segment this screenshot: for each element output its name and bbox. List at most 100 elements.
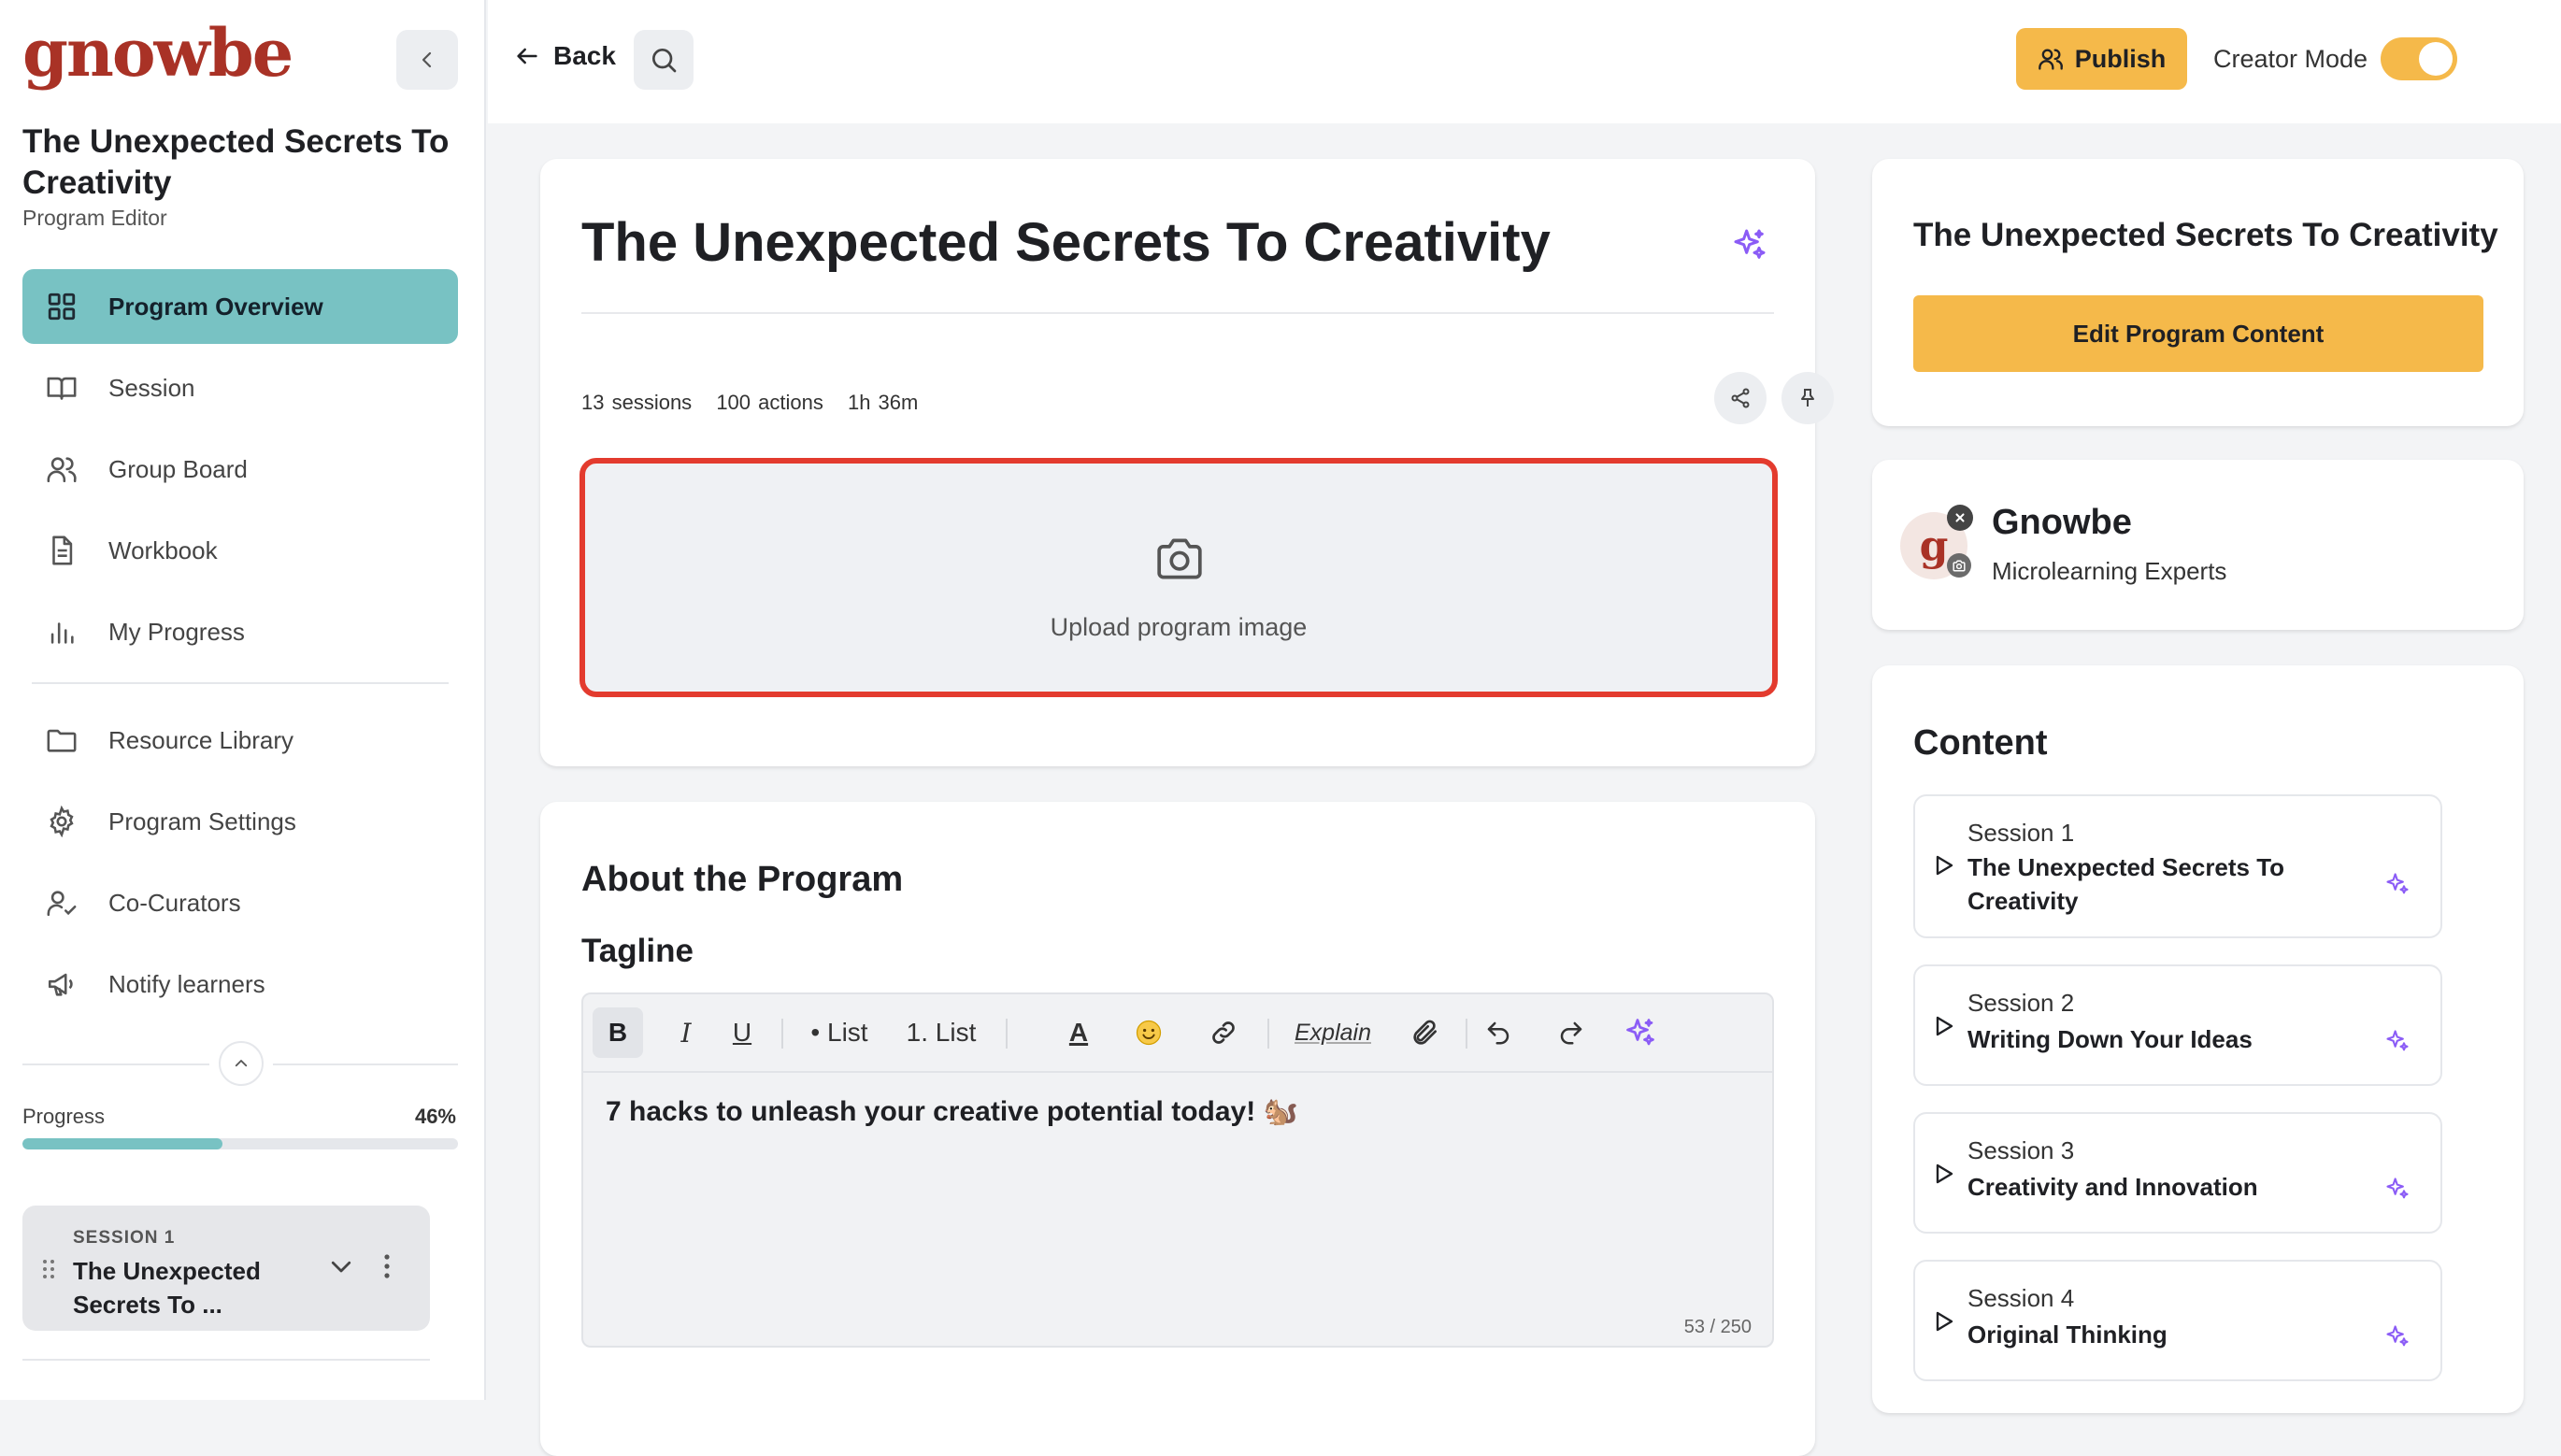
redo-button[interactable] — [1548, 1007, 1595, 1058]
ai-sparkle-icon[interactable] — [2384, 1323, 2411, 1349]
sidebar-item-notify-learners[interactable]: Notify learners — [22, 947, 458, 1021]
session-number: Session 4 — [1967, 1284, 2075, 1312]
divider-line — [22, 1063, 209, 1065]
tagline-text[interactable]: 7 hacks to unleash your creative potenti… — [606, 1095, 1298, 1128]
creator-mode-toggle[interactable] — [2381, 37, 2457, 80]
program-meta: 13 sessions 100 actions 1h 36m — [581, 391, 935, 415]
search-button[interactable] — [634, 30, 694, 90]
content-session-item[interactable]: Session 4 Original Thinking — [1913, 1260, 2442, 1381]
editor-toolbar: B I U • List 1. List A Explain — [583, 994, 1772, 1073]
ai-assist-button[interactable] — [1617, 1007, 1664, 1058]
underline-button[interactable]: U — [723, 1007, 761, 1058]
pin-icon — [1801, 389, 1814, 407]
edit-program-content-button[interactable]: Edit Program Content — [1913, 295, 2483, 372]
more-options-icon[interactable] — [381, 1252, 393, 1280]
ai-sparkle-icon[interactable] — [2384, 871, 2411, 897]
content-session-item[interactable]: Session 3 Creativity and Innovation — [1913, 1112, 2442, 1234]
program-summary-card: The Unexpected Secrets To Creativity Edi… — [1872, 159, 2524, 426]
sidebar-item-session[interactable]: Session — [22, 350, 458, 425]
chevron-left-icon — [422, 51, 432, 68]
sidebar-item-my-progress[interactable]: My Progress — [22, 594, 458, 669]
ai-sparkle-icon[interactable] — [1731, 226, 1768, 264]
text-color-button[interactable]: A — [1060, 1007, 1097, 1058]
content-session-item[interactable]: Session 1 The Unexpected Secrets To Crea… — [1913, 794, 2442, 938]
share-icon — [1731, 388, 1750, 408]
page-title: The Unexpected Secrets To Creativity — [581, 212, 1551, 273]
sidebar-item-label: Resource Library — [108, 725, 293, 754]
back-button[interactable]: Back — [514, 41, 616, 71]
sidebar: gnowbe The Unexpected Secrets To Creativ… — [0, 0, 486, 1400]
divider-line — [581, 312, 1774, 314]
divider-line — [273, 1063, 458, 1065]
chevron-down-icon[interactable] — [327, 1252, 355, 1280]
bar-chart-icon — [43, 613, 80, 650]
sidebar-item-program-settings[interactable]: Program Settings — [22, 784, 458, 859]
actions-count: 100 actions — [716, 391, 823, 414]
toolbar-separator — [1267, 1019, 1269, 1049]
sidebar-item-label: Session — [108, 373, 195, 402]
chevron-up-icon — [235, 1060, 248, 1067]
session-title: The Unexpected Secrets To Creativity — [1967, 853, 2285, 915]
drag-handle-icon[interactable] — [41, 1258, 56, 1280]
explain-button[interactable]: Explain — [1280, 1007, 1385, 1058]
upload-label: Upload program image — [1050, 613, 1308, 641]
undo-button[interactable] — [1475, 1007, 1522, 1058]
sidebar-item-label: My Progress — [108, 617, 245, 646]
numbered-list-button[interactable]: 1. List — [897, 1007, 985, 1058]
sidebar-item-program-overview[interactable]: Program Overview — [22, 269, 458, 344]
italic-button[interactable]: I — [667, 1007, 705, 1058]
attach-button[interactable] — [1402, 1007, 1449, 1058]
sidebar-item-workbook[interactable]: Workbook — [22, 513, 458, 588]
current-session-card[interactable]: SESSION 1 The Unexpected Secrets To ... — [22, 1206, 430, 1331]
progress-percent: 46% — [414, 1105, 456, 1128]
session-kicker: SESSION 1 — [73, 1228, 176, 1248]
share-button[interactable] — [1714, 372, 1767, 424]
session-title: Original Thinking — [1967, 1320, 2168, 1349]
tagline-editor: B I U • List 1. List A Explain 7 hacks t… — [581, 992, 1774, 1348]
bold-button[interactable]: B — [593, 1007, 643, 1058]
sidebar-item-label: Program Settings — [108, 807, 296, 835]
paperclip-icon — [1413, 1020, 1437, 1045]
link-button[interactable] — [1200, 1007, 1247, 1058]
users-icon — [43, 450, 80, 488]
program-header-card: The Unexpected Secrets To Creativity 13 … — [540, 159, 1834, 766]
collapse-progress-button[interactable] — [219, 1041, 264, 1086]
document-icon — [43, 532, 80, 569]
book-icon — [43, 369, 80, 407]
remove-avatar-button[interactable] — [1947, 505, 1973, 531]
camera-icon — [1953, 560, 1966, 571]
toolbar-separator — [1006, 1019, 1008, 1049]
emoji-button[interactable] — [1125, 1007, 1172, 1058]
sidebar-nav: Program Overview Session Group Board Wor… — [22, 269, 458, 1028]
collapse-sidebar-button[interactable] — [396, 30, 458, 90]
divider-line — [22, 1359, 430, 1361]
camera-icon — [1157, 538, 1202, 579]
program-subtitle: Program Editor — [22, 206, 167, 230]
sidebar-item-label: Notify learners — [108, 969, 265, 998]
link-icon — [1212, 1021, 1235, 1044]
sidebar-item-group-board[interactable]: Group Board — [22, 432, 458, 507]
change-avatar-button[interactable] — [1947, 553, 1971, 578]
pin-button[interactable] — [1781, 372, 1834, 424]
users-icon — [2038, 49, 2063, 70]
organization-tagline: Microlearning Experts — [1992, 557, 2227, 585]
upload-image-dropzone[interactable]: Upload program image — [579, 458, 1778, 697]
progress-label: Progress — [22, 1105, 106, 1128]
arrow-left-icon — [517, 48, 537, 64]
undo-icon — [1487, 1021, 1509, 1045]
gnowbe-logo[interactable]: gnowbe — [22, 21, 293, 86]
ai-sparkle-icon[interactable] — [2384, 1028, 2411, 1054]
toggle-knob — [2419, 42, 2453, 76]
sidebar-item-resource-library[interactable]: Resource Library — [22, 703, 458, 778]
sidebar-item-co-curators[interactable]: Co-Curators — [22, 865, 458, 940]
bullet-list-button[interactable]: • List — [802, 1007, 877, 1058]
tagline-heading: Tagline — [581, 933, 694, 969]
creator-mode-label: Creator Mode — [2213, 45, 2368, 73]
content-session-item[interactable]: Session 2 Writing Down Your Ideas — [1913, 964, 2442, 1086]
publish-button[interactable]: Publish — [2016, 28, 2187, 90]
ai-sparkle-icon[interactable] — [2384, 1176, 2411, 1202]
progress-bar — [22, 1138, 458, 1149]
program-title: The Unexpected Secrets To Creativity — [22, 123, 450, 201]
session-title: Creativity and Innovation — [1967, 1173, 2258, 1201]
user-check-icon — [43, 884, 80, 921]
